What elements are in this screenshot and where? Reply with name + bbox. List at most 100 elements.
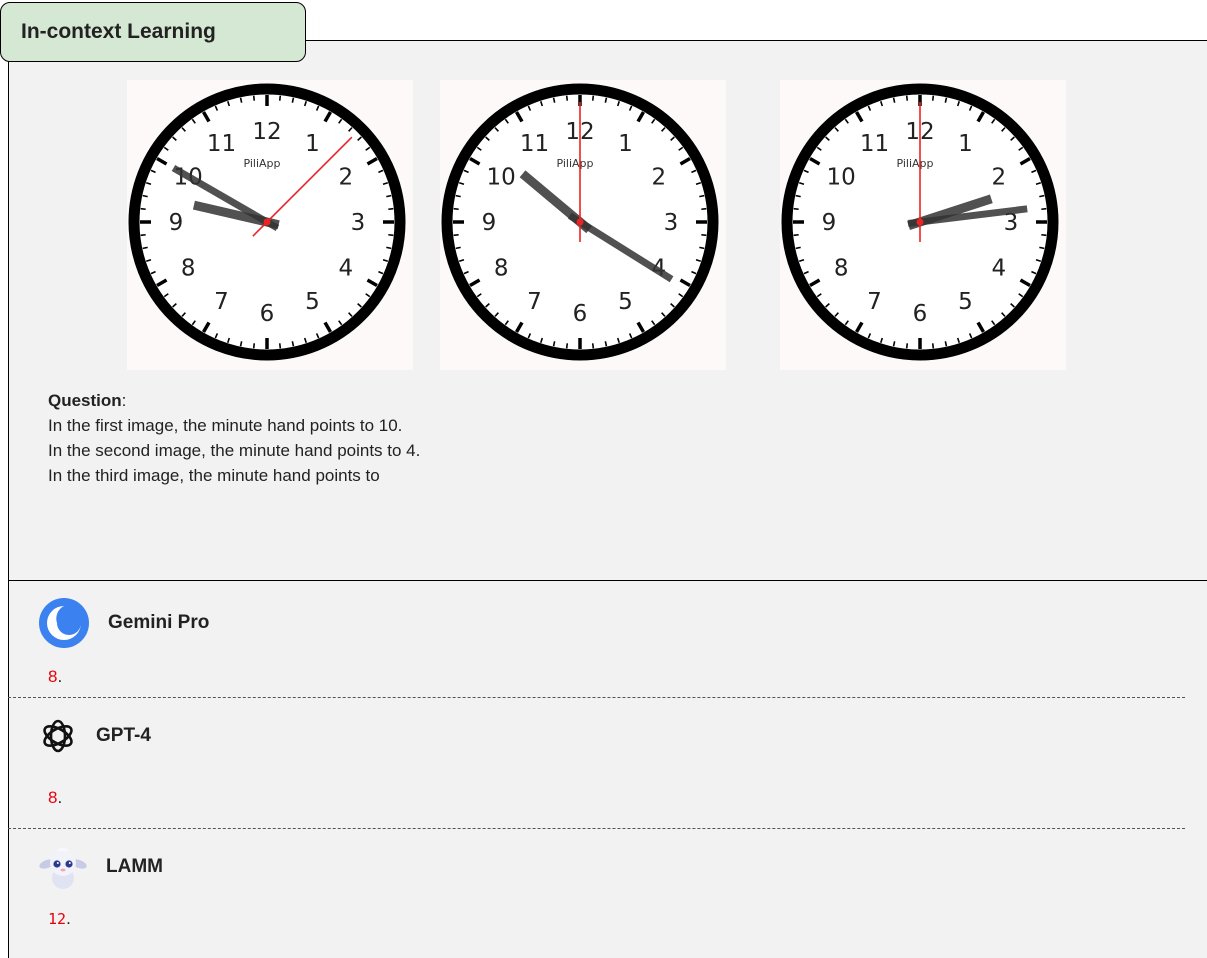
clock-tick [291, 97, 295, 103]
clock-tick [278, 343, 282, 349]
clock-number: 10 [827, 165, 856, 191]
clock-tick [239, 341, 243, 347]
clock-tick [453, 233, 459, 237]
clock-tick [140, 233, 146, 237]
clock-tick [795, 194, 801, 198]
model-name-gpt4: GPT-4 [96, 725, 151, 746]
clock-center [263, 218, 271, 226]
clock-tick [552, 341, 556, 347]
clock-tick [701, 233, 707, 237]
clock-number: 3 [664, 210, 679, 236]
clock-tick [931, 343, 935, 349]
divider-2 [8, 828, 1185, 829]
answer-gpt4: 8. [48, 788, 63, 807]
clock-number: 11 [520, 131, 549, 157]
clock-tick [931, 95, 935, 101]
clock-number: 5 [618, 289, 633, 315]
answer-lamm: 12. [48, 909, 71, 928]
clock-tick [552, 97, 556, 103]
clock-tick [944, 97, 948, 103]
clock-tick [455, 194, 461, 198]
clock-number: 2 [651, 165, 666, 191]
clock-number: 9 [822, 210, 837, 236]
clock-brand: PiliApp [556, 157, 593, 170]
section-title: In-context Learning [0, 2, 306, 62]
model-header-lamm: LAMM [38, 842, 163, 892]
answer-value-gemini: 8 [48, 667, 58, 686]
clock-brand: PiliApp [896, 157, 933, 170]
clock-image-1: 121234567891011PiliApp [127, 80, 413, 370]
clock-number: 8 [181, 256, 196, 282]
clock-tick [142, 246, 148, 250]
clock-tick [892, 97, 896, 103]
clock-tick [591, 95, 595, 101]
clock-tick [699, 246, 705, 250]
clock-number: 5 [305, 289, 320, 315]
clock-tick [1039, 246, 1045, 250]
clock-tick [604, 97, 608, 103]
clock-number: 9 [482, 210, 497, 236]
clock-number: 2 [338, 165, 353, 191]
clock-number: 2 [991, 165, 1006, 191]
clock-tick [565, 343, 569, 349]
clock-face-1: 121234567891011PiliApp [128, 83, 406, 361]
clock-tick [944, 341, 948, 347]
clock-tick [565, 95, 569, 101]
clock-number: 6 [573, 301, 588, 327]
clock-tick [699, 194, 705, 198]
clock-tick [591, 343, 595, 349]
question-label: Question [48, 391, 122, 410]
clock-image-2: 121234567891011PiliApp [440, 80, 726, 370]
clock-tick [252, 95, 256, 101]
clock-tick [252, 343, 256, 349]
clock-tick [1041, 207, 1047, 211]
clock-center [916, 218, 924, 226]
answer-gemini: 8. [48, 667, 63, 686]
clock-tick [388, 233, 394, 237]
clock-tick [701, 207, 707, 211]
clock-number: 4 [991, 256, 1006, 282]
clock-number: 11 [207, 131, 236, 157]
question-line-2: In the second image, the minute hand poi… [48, 441, 421, 460]
clock-tick [142, 194, 148, 198]
clock-tick [388, 207, 394, 211]
answer-value-gpt4: 8 [48, 788, 58, 807]
clock-brand: PiliApp [243, 157, 280, 170]
lamm-avatar-icon [39, 847, 87, 889]
clock-tick [386, 246, 392, 250]
clock-number: 12 [252, 119, 281, 145]
question-line-3: In the third image, the minute hand poin… [48, 466, 380, 485]
clock-tick [1041, 233, 1047, 237]
clock-number: 9 [169, 210, 184, 236]
clock-tick [793, 233, 799, 237]
clock-number: 1 [618, 131, 633, 157]
clock-tick [604, 341, 608, 347]
gemini-icon [39, 598, 89, 648]
model-name-gemini: Gemini Pro [108, 612, 210, 633]
clock-number: 7 [214, 289, 229, 315]
model-header-gemini: Gemini Pro [38, 597, 209, 649]
clock-number: 8 [834, 256, 849, 282]
clock-number: 7 [867, 289, 882, 315]
clock-number: 5 [958, 289, 973, 315]
openai-icon [43, 719, 73, 753]
clock-number: 4 [338, 256, 353, 282]
clock-tick [905, 343, 909, 349]
clock-center [576, 218, 584, 226]
answer-value-lamm: 12 [48, 910, 67, 928]
clock-tick [892, 341, 896, 347]
clock-face-3: 12 1234567891011PiliApp [781, 83, 1059, 361]
clock-number: 6 [913, 301, 928, 327]
clock-number: 8 [494, 256, 509, 282]
clock-number: 6 [260, 301, 275, 327]
clock-face-2: 121234567891011PiliApp [441, 83, 719, 361]
clock-tick [793, 207, 799, 211]
clock-number: 1 [958, 131, 973, 157]
clock-tick [455, 246, 461, 250]
model-header-gpt4: GPT-4 [38, 716, 151, 756]
clock-number: 1 [305, 131, 320, 157]
clock-number: 10 [487, 165, 516, 191]
clock-tick [905, 95, 909, 101]
clock-tick [386, 194, 392, 198]
question-line-1: In the first image, the minute hand poin… [48, 416, 403, 435]
